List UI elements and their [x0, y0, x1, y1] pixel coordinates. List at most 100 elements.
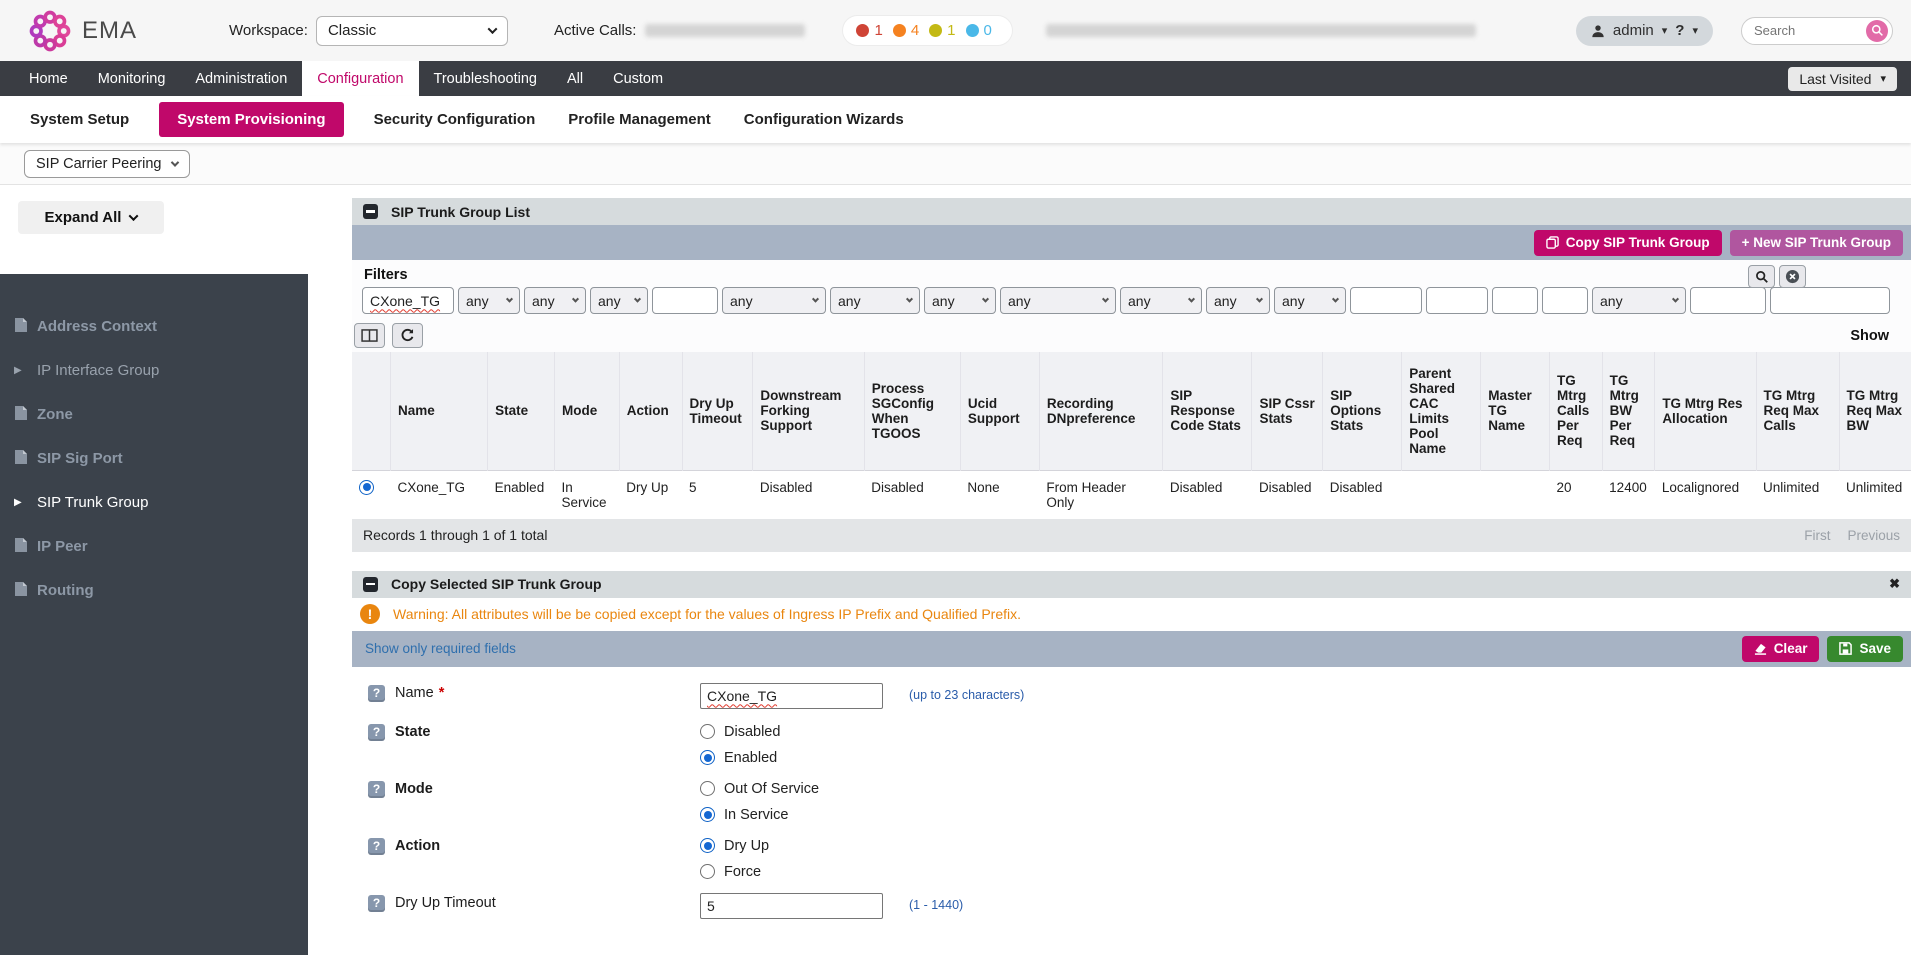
radio-option-disabled[interactable]: Disabled — [700, 724, 780, 740]
new-sip-trunk-group-button[interactable]: + New SIP Trunk Group — [1730, 230, 1903, 256]
help-icon[interactable]: ? — [368, 895, 385, 912]
filter-input-13[interactable] — [1426, 287, 1488, 314]
nav-item-custom[interactable]: Custom — [598, 61, 678, 96]
nav-item-administration[interactable]: Administration — [180, 61, 302, 96]
tab-system-setup[interactable]: System Setup — [27, 102, 132, 137]
tab-security-configuration[interactable]: Security Configuration — [371, 102, 539, 137]
help-icon[interactable]: ? — [368, 781, 385, 798]
column-header-parent-shared-cac-limits-pool-name[interactable]: Parent Shared CAC Limits Pool Name — [1402, 352, 1481, 470]
column-header-downstream-forking-support[interactable]: Downstream Forking Support — [753, 352, 864, 470]
tab-profile-management[interactable]: Profile Management — [565, 102, 714, 137]
row-radio[interactable] — [359, 480, 374, 495]
help-icon[interactable]: ? — [368, 685, 385, 702]
tab-configuration-wizards[interactable]: Configuration Wizards — [741, 102, 907, 137]
row-select-cell[interactable] — [352, 470, 390, 519]
copy-sip-trunk-group-button[interactable]: Copy SIP Trunk Group — [1534, 230, 1722, 256]
filter-select-9[interactable]: any — [1120, 287, 1202, 314]
radio-option-force[interactable]: Force — [700, 864, 769, 880]
user-caret-icon[interactable]: ▾ — [1662, 24, 1668, 37]
column-header-ucid-support[interactable]: Ucid Support — [960, 352, 1039, 470]
filter-select-3[interactable]: any — [590, 287, 648, 314]
column-header-state[interactable]: State — [488, 352, 555, 470]
radio-selected[interactable] — [700, 838, 715, 853]
filter-select-1[interactable]: any — [458, 287, 520, 314]
column-header-master-tg-name[interactable]: Master TG Name — [1481, 352, 1550, 470]
search-button[interactable] — [1866, 20, 1888, 42]
filter-select-2[interactable]: any — [524, 287, 586, 314]
column-chooser-button[interactable] — [354, 323, 385, 348]
filter-select-10[interactable]: any — [1206, 287, 1270, 314]
radio-selected[interactable] — [700, 807, 715, 822]
column-header-action[interactable]: Action — [619, 352, 682, 470]
sidebar-item-address-context[interactable]: Address Context — [0, 304, 308, 348]
table-row[interactable]: CXone_TGEnabledIn ServiceDry Up5Disabled… — [352, 470, 1911, 519]
apply-filter-button[interactable] — [1748, 265, 1775, 288]
help-caret-icon[interactable]: ▾ — [1692, 24, 1698, 37]
help-icon[interactable]: ? — [368, 724, 385, 741]
pager-previous[interactable]: Previous — [1847, 528, 1900, 543]
radio-option-in-service[interactable]: In Service — [700, 807, 819, 823]
column-header-tg-mtrg-req-max-calls[interactable]: TG Mtrg Req Max Calls — [1756, 352, 1839, 470]
nav-item-monitoring[interactable]: Monitoring — [83, 61, 181, 96]
column-header-tg-mtrg-calls-per-req[interactable]: TG Mtrg Calls Per Req — [1550, 352, 1603, 470]
radio-unselected[interactable] — [700, 864, 715, 879]
filter-select-7[interactable]: any — [924, 287, 996, 314]
column-header-sip-cssr-stats[interactable]: SIP Cssr Stats — [1252, 352, 1323, 470]
filter-select-11[interactable]: any — [1274, 287, 1346, 314]
column-header-tg-mtrg-req-max-bw[interactable]: TG Mtrg Req Max BW — [1839, 352, 1911, 470]
save-button[interactable]: Save — [1827, 636, 1903, 662]
sip-carrier-peering-select[interactable]: SIP Carrier Peering — [24, 150, 190, 178]
help-icon[interactable]: ? — [368, 838, 385, 855]
clear-filter-button[interactable] — [1779, 265, 1806, 288]
column-header-tg-mtrg-bw-per-req[interactable]: TG Mtrg BW Per Req — [1602, 352, 1655, 470]
pager-first[interactable]: First — [1804, 528, 1830, 543]
dry-up-timeout-field[interactable]: 5 — [700, 893, 883, 919]
clear-button[interactable]: Clear — [1742, 636, 1820, 662]
column-header-sip-options-stats[interactable]: SIP Options Stats — [1323, 352, 1402, 470]
last-visited-button[interactable]: Last Visited ▾ — [1788, 67, 1897, 91]
radio-unselected[interactable] — [700, 781, 715, 796]
collapse-icon[interactable] — [363, 577, 378, 592]
caret-right-icon[interactable]: ▶ — [14, 365, 28, 376]
filter-input-17[interactable] — [1690, 287, 1766, 314]
show-required-fields-link[interactable]: Show only required fields — [365, 641, 516, 656]
search-input[interactable] — [1754, 23, 1850, 38]
nav-item-all[interactable]: All — [552, 61, 598, 96]
filter-input-0[interactable]: CXone_TG — [362, 287, 454, 314]
sidebar-item-ip-peer[interactable]: IP Peer — [0, 524, 308, 568]
caret-right-icon[interactable]: ▶ — [14, 497, 28, 508]
filter-input-4[interactable] — [652, 287, 718, 314]
filter-select-5[interactable]: any — [722, 287, 826, 314]
sidebar-item-ip-interface-group[interactable]: ▶IP Interface Group — [0, 348, 308, 392]
radio-option-out-of-service[interactable]: Out Of Service — [700, 781, 819, 797]
nav-item-home[interactable]: Home — [14, 61, 83, 96]
filter-select-16[interactable]: any — [1592, 287, 1686, 314]
column-header-sip-response-code-stats[interactable]: SIP Response Code Stats — [1163, 352, 1252, 470]
filter-select-8[interactable]: any — [1000, 287, 1116, 314]
sidebar-item-zone[interactable]: Zone — [0, 392, 308, 436]
close-icon[interactable]: ✖ — [1889, 576, 1900, 592]
radio-selected[interactable] — [700, 750, 715, 765]
sidebar-item-routing[interactable]: Routing — [0, 568, 308, 612]
workspace-select[interactable]: Classic — [316, 16, 508, 46]
nav-item-troubleshooting[interactable]: Troubleshooting — [419, 61, 552, 96]
column-header-dry-up-timeout[interactable]: Dry Up Timeout — [682, 352, 753, 470]
column-header-name[interactable]: Name — [390, 352, 487, 470]
expand-all-button[interactable]: Expand All — [18, 201, 164, 234]
name-field[interactable]: CXone_TG — [700, 683, 883, 709]
sidebar-item-sip-trunk-group[interactable]: ▶SIP Trunk Group — [0, 480, 308, 524]
tab-system-provisioning[interactable]: System Provisioning — [159, 102, 343, 137]
collapse-icon[interactable] — [363, 204, 378, 219]
sidebar-item-sip-sig-port[interactable]: SIP Sig Port — [0, 436, 308, 480]
filter-input-18[interactable] — [1770, 287, 1890, 314]
user-menu[interactable]: admin ▾ ? ▾ — [1576, 16, 1713, 46]
column-header-recording-dnpreference[interactable]: Recording DNpreference — [1039, 352, 1163, 470]
nav-item-configuration[interactable]: Configuration — [302, 61, 418, 96]
column-header-process-sgconfig-when-tgoos[interactable]: Process SGConfig When TGOOS — [864, 352, 960, 470]
radio-option-enabled[interactable]: Enabled — [700, 750, 780, 766]
radio-unselected[interactable] — [700, 724, 715, 739]
column-header-tg-mtrg-res-allocation[interactable]: TG Mtrg Res Allocation — [1655, 352, 1756, 470]
filter-input-12[interactable] — [1350, 287, 1422, 314]
filter-input-15[interactable] — [1542, 287, 1588, 314]
refresh-button[interactable] — [392, 323, 423, 348]
